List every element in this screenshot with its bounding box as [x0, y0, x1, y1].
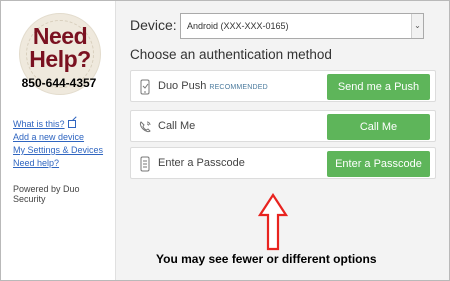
recommended-badge: RECOMMENDED: [209, 84, 268, 91]
call-icon: [139, 121, 151, 133]
chevron-down-icon[interactable]: ⌄: [411, 14, 423, 38]
need-help-headline: Need Help?: [29, 23, 91, 72]
powered-by-text: Powered by Duo Security: [13, 184, 80, 204]
annotation-note: You may see fewer or different options: [156, 252, 377, 266]
left-panel: Need Help? 850-644-4357 What is this? Ad…: [1, 1, 114, 280]
external-link-icon: [67, 120, 76, 128]
auth-heading: Choose an authentication method: [130, 47, 332, 62]
method-duo-push: Duo Push RECOMMENDED Send me a Push: [130, 70, 436, 102]
enter-passcode-button[interactable]: Enter a Passcode: [327, 151, 430, 177]
method-label: Enter a Passcode: [158, 157, 245, 169]
what-is-this-link[interactable]: What is this?: [13, 118, 103, 131]
call-me-button[interactable]: Call Me: [327, 114, 430, 140]
settings-devices-link[interactable]: My Settings & Devices: [13, 144, 103, 157]
add-device-link[interactable]: Add a new device: [13, 131, 103, 144]
method-label: Duo Push: [158, 80, 207, 92]
up-arrow-icon: [258, 193, 288, 251]
device-select-value: Android (XXX-XXX-0165): [187, 21, 289, 31]
device-label: Device:: [130, 17, 177, 33]
method-label: Call Me: [158, 120, 196, 132]
sidebar-links: What is this? Add a new device My Settin…: [13, 118, 103, 170]
send-push-button[interactable]: Send me a Push: [327, 74, 430, 100]
method-passcode: Enter a Passcode Enter a Passcode: [130, 147, 436, 179]
passcode-icon: [140, 156, 150, 172]
method-call-me: Call Me Call Me: [130, 110, 436, 142]
help-phone-number: 850-644-4357: [21, 76, 97, 90]
need-help-link[interactable]: Need help?: [13, 157, 103, 170]
device-select[interactable]: Android (XXX-XXX-0165) ⌄: [180, 13, 424, 39]
phone-icon: [140, 79, 150, 95]
